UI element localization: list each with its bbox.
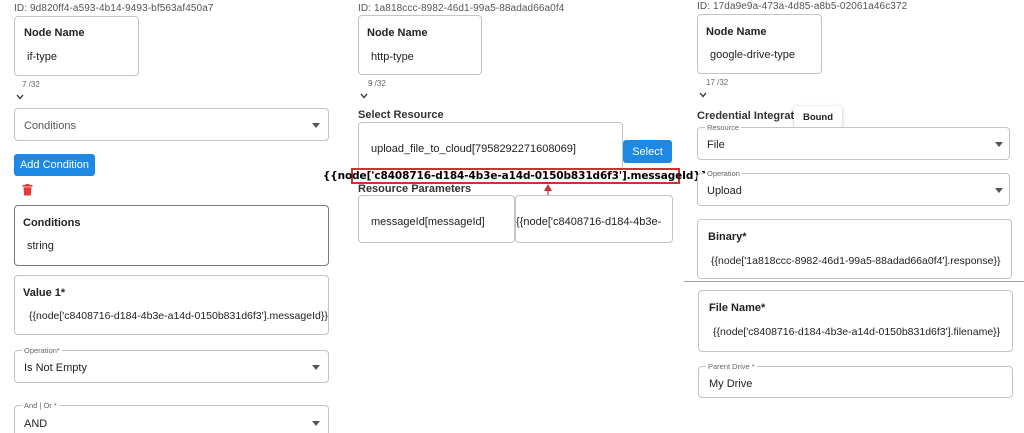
resource-params-title: Resource Parameters <box>358 183 472 195</box>
chevron-down-icon[interactable] <box>16 93 24 101</box>
resource-label: Resource <box>705 123 742 132</box>
char-counter: 17 /32 <box>706 78 729 87</box>
node-name-value: google-drive-type <box>710 49 795 61</box>
parent-drive-field[interactable]: Parent Drive * My Drive <box>698 362 1013 398</box>
select-resource-title: Select Resource <box>358 109 444 121</box>
resource-value: upload_file_to_cloud[7958292271608069] <box>371 143 576 155</box>
delete-icon[interactable] <box>22 184 33 196</box>
node-id-label: ID: 9d820ff4-a593-4b14-9493-bf563af450a7 <box>14 3 214 14</box>
node-name-field[interactable]: Node Name http-type <box>358 15 482 75</box>
conditions-select-label: Conditions <box>24 120 76 132</box>
operation-value: Is Not Empty <box>24 362 87 374</box>
dropdown-caret-icon <box>995 142 1003 147</box>
dropdown-caret-icon <box>312 123 320 128</box>
operation-value: Upload <box>707 185 742 197</box>
node-name-value: if-type <box>27 51 57 63</box>
expression-highlight: {{node['c8408716-d184-4b3e-a14d-0150b831… <box>323 168 708 184</box>
filename-field[interactable]: File Name* {{node['c8408716-d184-4b3e-a1… <box>698 290 1013 352</box>
filename-title: File Name* <box>709 302 766 314</box>
conditions-value: string <box>27 240 54 252</box>
chevron-down-icon[interactable] <box>699 91 707 99</box>
dropdown-caret-icon <box>312 421 320 426</box>
resource-field[interactable]: upload_file_to_cloud[7958292271608069] <box>358 122 623 170</box>
operation-select[interactable]: Operation* Is Not Empty <box>14 346 329 383</box>
value1-value: {{node['c8408716-d184-4b3e-a14d-0150b831… <box>29 310 328 322</box>
parent-drive-value: My Drive <box>709 378 753 390</box>
node-id-label: ID: 1a818ccc-8982-46d1-99a5-88adad66a0f4 <box>358 3 565 14</box>
char-counter: 7 /32 <box>22 80 40 89</box>
andor-select[interactable]: And | Or * AND <box>14 401 329 433</box>
param-value-text: {{node['c8408716-d184-4b3e- <box>516 216 662 228</box>
node-id-label: ID: 17da9e9a-473a-4d85-a8b5-02061a46c372 <box>697 1 908 12</box>
char-counter: 9 /32 <box>368 79 386 88</box>
chevron-down-icon[interactable] <box>360 92 368 100</box>
node-name-title: Node Name <box>24 27 85 39</box>
operation-label: Operation <box>705 169 742 178</box>
dropdown-caret-icon <box>995 188 1003 193</box>
parent-drive-label: Parent Drive * <box>706 362 757 371</box>
filename-value: {{node['c8408716-d184-4b3e-a14d-0150b831… <box>713 326 1001 338</box>
add-condition-button[interactable]: Add Condition <box>14 154 95 176</box>
value1-field[interactable]: Value 1* {{node['c8408716-d184-4b3e-a14d… <box>14 275 329 335</box>
andor-value: AND <box>24 418 48 430</box>
divider <box>684 281 1024 282</box>
bound-badge: Bound <box>794 106 842 128</box>
conditions-title: Conditions <box>23 217 81 229</box>
value1-title: Value 1* <box>23 287 66 299</box>
operation-select[interactable]: Operation Upload <box>697 169 1010 206</box>
binary-title: Binary* <box>708 231 747 243</box>
node-name-field[interactable]: Node Name if-type <box>14 16 139 76</box>
param-value-field[interactable]: {{node['c8408716-d184-4b3e- <box>515 195 673 243</box>
param-name-field[interactable]: messageId[messageId] <box>358 195 515 243</box>
node-name-title: Node Name <box>367 27 428 39</box>
resource-value: File <box>707 139 725 151</box>
param-name-value: messageId[messageId] <box>371 216 485 228</box>
conditions-select[interactable]: Conditions <box>14 108 329 141</box>
select-resource-button[interactable]: Select <box>623 140 672 163</box>
binary-field[interactable]: Binary* {{node['1a818ccc-8982-46d1-99a5-… <box>697 219 1012 279</box>
node-name-title: Node Name <box>706 26 767 38</box>
andor-label: And | Or * <box>22 401 59 410</box>
expression-highlight-text: {{node['c8408716-d184-4b3e-a14d-0150b831… <box>322 170 709 182</box>
resource-select[interactable]: Resource File <box>697 123 1010 160</box>
dropdown-caret-icon <box>312 365 320 370</box>
binary-value: {{node['1a818ccc-8982-46d1-99a5-88adad66… <box>711 255 1001 267</box>
node-name-field[interactable]: Node Name google-drive-type <box>697 14 822 74</box>
node-name-value: http-type <box>371 51 414 63</box>
operation-label: Operation* <box>22 346 62 355</box>
conditions-field[interactable]: Conditions string <box>14 205 329 266</box>
